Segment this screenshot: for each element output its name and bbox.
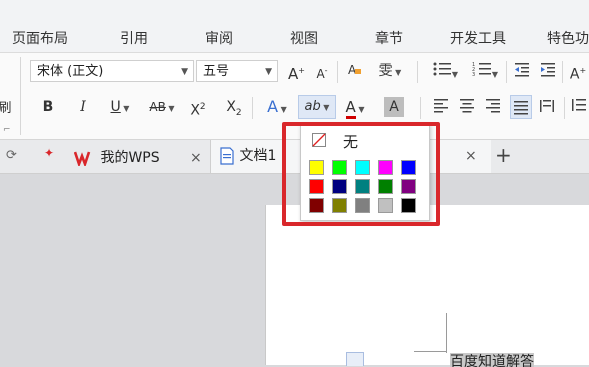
margin-mark (414, 351, 446, 352)
clear-format-icon: A (348, 63, 361, 77)
pinyin-guide-button[interactable]: 雯 ▼ (375, 61, 405, 81)
divider (20, 57, 21, 135)
highlight-button[interactable]: ab ▼ (298, 95, 336, 119)
bullet-list-icon (433, 62, 451, 76)
chevron-down-icon: ▼ (265, 67, 272, 77)
decrease-indent-button[interactable] (512, 61, 532, 81)
distributed-align-icon (540, 100, 554, 112)
chevron-down-icon: ▼ (491, 70, 499, 79)
chevron-down-icon: ▼ (355, 105, 365, 114)
pin-icon[interactable]: ✦ (44, 146, 54, 160)
tab-label: 我的WPS (100, 150, 160, 166)
font-size-select[interactable]: 五号 ▼ (196, 60, 278, 82)
font-size-value: 五号 (203, 64, 230, 79)
svg-text:3: 3 (472, 72, 475, 77)
subscript-x: X (226, 99, 236, 115)
increase-indent-icon (541, 63, 555, 77)
chevron-down-icon: ▼ (278, 105, 287, 114)
align-left-icon (434, 99, 448, 113)
font-color-label: A (345, 98, 356, 119)
line-spacing-icon (572, 99, 586, 111)
align-center-icon (460, 99, 474, 113)
numbered-list-icon: 123 (472, 62, 491, 78)
refresh-icon[interactable]: ⟳ (6, 148, 17, 163)
divider (506, 61, 507, 83)
line-spacing-button[interactable] (570, 97, 588, 117)
numbered-list-button[interactable]: 1 2 3 ▼ (468, 61, 502, 81)
menu-page-layout[interactable]: 页面布局 (12, 28, 68, 48)
grow-font-label: A (288, 65, 299, 83)
underline-label: U (110, 99, 121, 115)
superscript-button[interactable]: X2 (188, 97, 208, 119)
text-effect-label: A (267, 97, 279, 116)
group-launcher-icon[interactable]: ⌐ (3, 125, 11, 135)
chevron-down-icon: ▼ (165, 104, 175, 113)
wps-logo-icon (73, 151, 91, 168)
strikethrough-button[interactable]: AB ▼ (144, 97, 180, 117)
increase-indent-button[interactable] (538, 61, 558, 81)
shrink-font-label: A (316, 67, 325, 81)
menu-bar: 页面布局 引用 审阅 视图 章节 开发工具 特色功 (0, 0, 589, 53)
close-icon[interactable]: × (465, 140, 477, 173)
font-name-value: 宋体 (正文) (37, 64, 104, 79)
menu-references[interactable]: 引用 (120, 28, 148, 48)
justify-icon (514, 101, 528, 115)
shrink-font-button[interactable]: A- (314, 61, 330, 81)
highlight-label: ab (304, 99, 321, 114)
menu-review[interactable]: 审阅 (205, 28, 233, 48)
divider (252, 97, 253, 119)
divider (417, 61, 418, 83)
chevron-down-icon: ▼ (120, 104, 130, 113)
divider (420, 97, 421, 119)
document-page[interactable]: 百度知道解答 (265, 205, 589, 367)
font-color-button[interactable]: A ▼ (340, 97, 370, 119)
grow-font-button[interactable]: A+ (288, 61, 305, 83)
highlight-callout-box (282, 122, 440, 226)
chevron-down-icon: ▼ (181, 67, 188, 77)
tab-label: 文档1 (239, 148, 277, 164)
chevron-down-icon: ▼ (320, 103, 330, 112)
paste-options-icon[interactable] (346, 352, 364, 366)
text-direction-button[interactable]: A+ (568, 61, 588, 83)
chevron-down-icon: ▼ (392, 68, 402, 77)
menu-section[interactable]: 章节 (375, 28, 403, 48)
close-icon[interactable]: × (190, 144, 202, 172)
menu-view[interactable]: 视图 (290, 28, 318, 48)
subscript-2: 2 (235, 107, 242, 118)
menu-developer-tools[interactable]: 开发工具 (450, 28, 506, 48)
align-center-button[interactable] (458, 97, 476, 117)
strikethrough-label: AB (149, 100, 166, 114)
align-right-button[interactable] (484, 97, 502, 117)
bold-button[interactable]: B (40, 97, 56, 117)
new-tab-button[interactable]: + (495, 143, 512, 167)
format-painter-label[interactable]: 刷 (0, 99, 12, 119)
text-effect-button[interactable]: A ▼ (260, 97, 294, 117)
distributed-align-button[interactable] (538, 97, 556, 117)
bullet-list-button[interactable]: ▼ (428, 61, 462, 81)
document-icon (220, 147, 234, 165)
decrease-indent-icon (515, 63, 529, 77)
underline-button[interactable]: U ▼ (106, 97, 134, 117)
italic-button[interactable]: I (76, 97, 90, 117)
superscript-2: 2 (199, 102, 206, 112)
tab-my-wps[interactable]: 我的WPS × (73, 144, 208, 172)
justify-button[interactable] (510, 95, 532, 119)
subscript-button[interactable]: X2 (224, 97, 244, 118)
font-name-select[interactable]: 宋体 (正文) ▼ (30, 60, 194, 82)
text-direction-label: A (569, 66, 580, 83)
char-shading-button[interactable]: A (384, 97, 404, 117)
menu-special-features[interactable]: 特色功 (547, 28, 589, 48)
pinyin-label: 雯 (378, 63, 393, 79)
superscript-x: X (190, 102, 200, 119)
divider (337, 61, 338, 83)
margin-mark (446, 313, 447, 353)
chevron-down-icon: ▼ (451, 70, 459, 79)
align-right-icon (486, 99, 500, 113)
divider (562, 61, 563, 83)
clear-format-button[interactable]: A (345, 61, 363, 81)
divider (564, 97, 565, 119)
align-left-button[interactable] (432, 97, 450, 117)
